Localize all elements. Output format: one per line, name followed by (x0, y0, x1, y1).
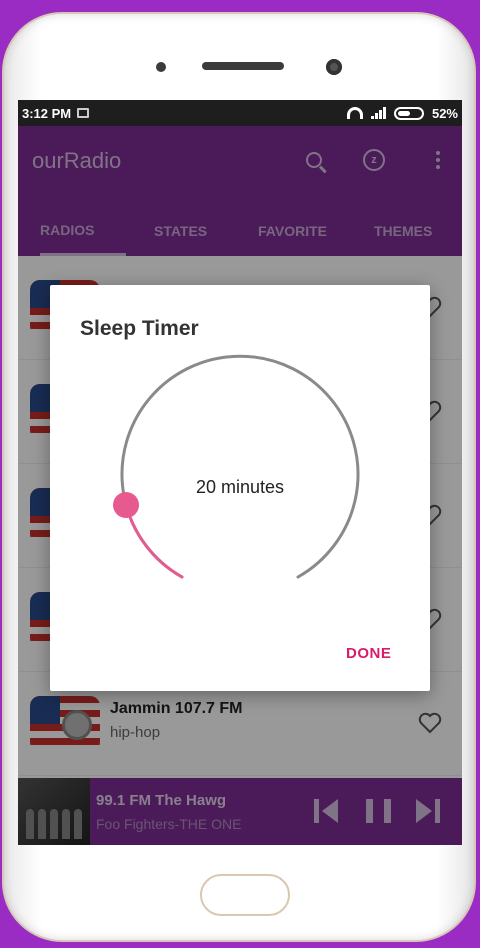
done-button[interactable]: DONE (346, 645, 391, 662)
sleep-timer-dialog: Sleep Timer 20 minutes DONE (50, 285, 430, 691)
home-button[interactable] (200, 874, 290, 916)
notification-icon (77, 108, 90, 118)
earpiece-speaker (202, 62, 284, 70)
battery-percent: 52% (431, 105, 458, 121)
timer-value: 20 minutes (195, 477, 285, 497)
wifi-icon (346, 107, 363, 119)
front-camera (326, 59, 342, 75)
dial-track (120, 354, 360, 579)
battery-icon (393, 106, 424, 120)
status-time: 3:12 PM (22, 105, 72, 121)
status-right: 52% (346, 105, 458, 121)
status-bar: 3:12 PM 52% (18, 100, 462, 126)
dial-progress (124, 503, 184, 579)
signal-icon (370, 107, 386, 119)
sensor-dot (156, 62, 166, 72)
